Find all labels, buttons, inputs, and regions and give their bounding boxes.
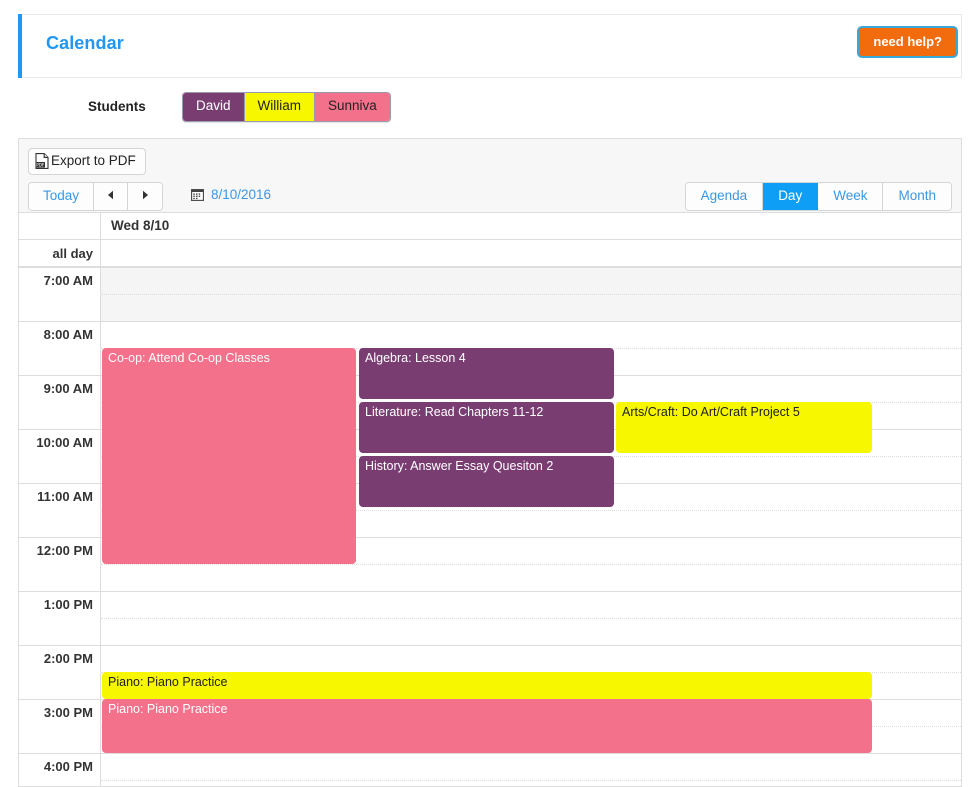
day-header-label: Wed 8/10 xyxy=(111,218,170,233)
time-slot-label: 12:00 PM xyxy=(19,537,101,564)
calendar-toolbar: PDF Export to PDF Today 8/10/2016 Agenda… xyxy=(19,139,961,213)
calendar-event[interactable]: Literature: Read Chapters 11-12 xyxy=(359,402,614,453)
caret-right-icon xyxy=(141,190,150,202)
time-slots-container: 7:00 AM 8:00 AM 9:00 AM 10:00 AM 11:00 AM 12:… xyxy=(19,267,961,787)
time-slot-label: 2:00 PM xyxy=(19,645,101,672)
time-slot-label: 9:00 AM xyxy=(19,375,101,402)
header-accent-bar xyxy=(18,14,22,78)
time-slot-row-hour: 2:00 PM xyxy=(19,645,961,672)
calendar-event[interactable]: Co-op: Attend Co-op Classes xyxy=(102,348,356,564)
view-switcher-group: Agenda Day Week Month xyxy=(684,182,952,212)
time-slot-label: 8:00 AM xyxy=(19,321,101,348)
calendar-grid: Wed 8/10 all day 7:00 AM 8:00 AM 9:00 AM 10… xyxy=(19,213,961,787)
time-slot-row-half xyxy=(19,780,961,787)
time-slot-label: 7:00 AM xyxy=(19,267,101,294)
time-slot-label xyxy=(19,672,101,699)
all-day-cell[interactable] xyxy=(101,240,961,266)
caret-left-icon xyxy=(106,190,115,202)
all-day-label: all day xyxy=(19,240,101,266)
time-slot-label xyxy=(19,618,101,645)
pdf-file-icon: PDF xyxy=(35,153,49,169)
prev-period-button[interactable] xyxy=(94,183,129,211)
time-slot-cell[interactable] xyxy=(101,645,961,672)
time-slot-cell[interactable] xyxy=(101,618,961,645)
student-button-david[interactable]: David xyxy=(183,93,245,121)
export-to-pdf-button[interactable]: PDF Export to PDF xyxy=(28,148,146,175)
calendar-event[interactable]: History: Answer Essay Quesiton 2 xyxy=(359,456,614,507)
students-label: Students xyxy=(88,99,146,114)
next-period-button[interactable] xyxy=(128,183,163,211)
time-slot-row-half xyxy=(19,294,961,321)
time-slot-label: 1:00 PM xyxy=(19,591,101,618)
calendar-event[interactable]: Arts/Craft: Do Art/Craft Project 5 xyxy=(616,402,872,453)
time-slot-label xyxy=(19,780,101,787)
time-slot-label: 4:00 PM xyxy=(19,753,101,780)
view-button-month[interactable]: Month xyxy=(883,183,951,211)
time-slot-label xyxy=(19,726,101,753)
view-button-agenda[interactable]: Agenda xyxy=(685,183,764,211)
calendar-panel: PDF Export to PDF Today 8/10/2016 Agenda… xyxy=(18,138,962,787)
time-slot-cell[interactable] xyxy=(101,321,961,348)
time-slot-cell[interactable] xyxy=(101,591,961,618)
time-slot-row-half xyxy=(19,564,961,591)
grid-header-row: Wed 8/10 xyxy=(19,213,961,240)
time-slot-row-hour: 7:00 AM xyxy=(19,267,961,294)
students-row: Students David William Sunniva xyxy=(0,92,980,124)
student-button-william[interactable]: William xyxy=(244,93,316,121)
time-slot-row-hour: 1:00 PM xyxy=(19,591,961,618)
time-slot-label xyxy=(19,456,101,483)
time-slot-cell[interactable] xyxy=(101,267,961,294)
time-slot-label xyxy=(19,402,101,429)
svg-text:PDF: PDF xyxy=(36,162,45,167)
time-slot-cell[interactable] xyxy=(101,753,961,780)
header-panel xyxy=(18,14,962,78)
time-slot-label xyxy=(19,294,101,321)
view-button-day[interactable]: Day xyxy=(763,183,819,211)
time-slot-label xyxy=(19,510,101,537)
calendar-icon xyxy=(191,188,204,201)
view-button-week[interactable]: Week xyxy=(818,183,884,211)
time-slot-label: 3:00 PM xyxy=(19,699,101,726)
current-date-label: 8/10/2016 xyxy=(211,187,272,202)
calendar-event[interactable]: Piano: Piano Practice xyxy=(102,672,872,699)
calendar-event[interactable]: Algebra: Lesson 4 xyxy=(359,348,614,399)
student-toggle-group: David William Sunniva xyxy=(182,92,391,122)
student-button-sunniva[interactable]: Sunniva xyxy=(315,93,390,121)
time-slot-row-half xyxy=(19,618,961,645)
calendar-event[interactable]: Piano: Piano Practice xyxy=(102,699,872,753)
need-help-button[interactable]: need help? xyxy=(857,26,958,58)
time-slot-cell[interactable] xyxy=(101,564,961,591)
time-slot-label: 10:00 AM xyxy=(19,429,101,456)
export-to-pdf-label: Export to PDF xyxy=(51,152,136,168)
time-slot-row-hour: 4:00 PM xyxy=(19,753,961,780)
today-button[interactable]: Today xyxy=(29,183,95,211)
time-slot-label xyxy=(19,348,101,375)
time-slot-label: 11:00 AM xyxy=(19,483,101,510)
time-slot-cell[interactable] xyxy=(101,780,961,787)
current-date-display[interactable]: 8/10/2016 xyxy=(191,187,271,202)
grid-header-gutter xyxy=(19,213,101,239)
page-title: Calendar xyxy=(46,33,124,53)
time-slot-label xyxy=(19,564,101,591)
calendar-nav-group: Today xyxy=(28,182,164,212)
time-slot-row-hour: 8:00 AM xyxy=(19,321,961,348)
all-day-row: all day xyxy=(19,240,961,267)
time-slot-cell[interactable] xyxy=(101,294,961,321)
